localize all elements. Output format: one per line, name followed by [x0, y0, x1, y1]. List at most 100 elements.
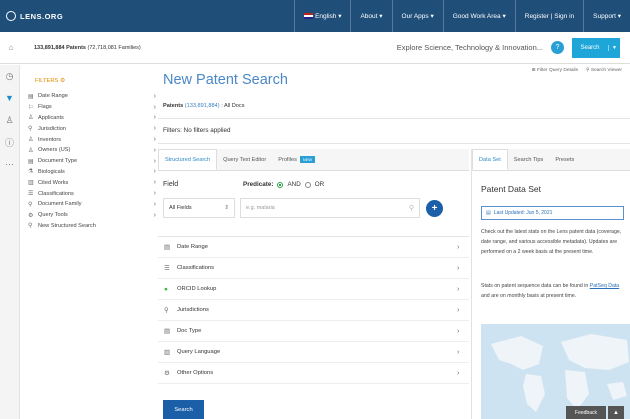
filter-item[interactable]: ⚙ Query Tools › [28, 210, 156, 221]
panel-title: Patent Data Set [481, 184, 542, 194]
top-nav-item[interactable]: Support [583, 0, 630, 32]
filter-settings-icon[interactable]: ⚙ [60, 78, 65, 84]
filter-label: Owners (US) [38, 147, 71, 154]
chevron-right-icon: › [153, 200, 156, 208]
home-icon[interactable]: ⌂ [0, 43, 22, 52]
filter-item[interactable]: ♙ Owners (US) › [28, 145, 156, 156]
chevron-right-icon: › [153, 146, 156, 154]
filter-item[interactable]: ⚲ Jurisdiction › [28, 123, 156, 134]
tab-data-set[interactable]: Data Set [472, 149, 508, 170]
patents-count: 133,891,884 Patents (72,718,081 Families… [34, 45, 141, 51]
filter-query-details-link[interactable]: ⊞ Filter Query Details [532, 68, 578, 73]
filter-item[interactable]: ♙ Inventors › [28, 134, 156, 145]
chevron-right-icon: › [153, 190, 156, 198]
feedback-button[interactable]: Feedback [566, 406, 606, 419]
option-links: ⊞ Filter Query Details ⚲ Search Viewer [532, 68, 622, 73]
top-nav-item[interactable]: Our Apps [391, 0, 443, 32]
section-row[interactable]: ⚲ Jurisdictions › [158, 300, 469, 321]
field-select[interactable]: All Fields ⇕ [163, 198, 235, 218]
search-button[interactable]: Search ▼ [572, 37, 620, 58]
scroll-top-button[interactable]: ▲ [608, 406, 624, 419]
section-row[interactable]: ▥ Query Language › [158, 342, 469, 363]
filters-heading: FILTERS ⚙ [35, 78, 156, 84]
lens-logo-icon [6, 11, 16, 21]
section-row[interactable]: ● ORCID Lookup › [158, 279, 469, 300]
filter-icon[interactable]: ▼ [0, 87, 19, 109]
patseq-data-link[interactable]: PatSeq Data [590, 283, 619, 289]
filter-item[interactable]: ▤ Date Range › [28, 91, 156, 102]
chevron-down-icon[interactable]: ▼ [608, 44, 620, 51]
section-label: Doc Type [177, 328, 202, 334]
filters-heading-text: FILTERS [35, 78, 59, 84]
search-bar: ⌂ 133,891,884 Patents (72,718,081 Famili… [0, 32, 630, 64]
filter-item[interactable]: ▥ Cited Works › [28, 177, 156, 188]
filter-item[interactable]: ⚲ Document Family › [28, 199, 156, 210]
top-nav-item[interactable]: Register | Sign in [514, 0, 583, 32]
add-field-button[interactable]: + [426, 200, 443, 217]
help-button[interactable]: ? [551, 41, 564, 54]
section-row[interactable]: ☰ Classifications › [158, 258, 469, 279]
patents-value[interactable]: (133,891,884) [185, 103, 220, 109]
predicate-and-label: AND [287, 181, 301, 188]
section-row[interactable]: ⚙ Other Options › [158, 363, 469, 384]
chevron-right-icon: › [457, 306, 460, 314]
section-row[interactable]: ▤ Doc Type › [158, 321, 469, 342]
top-nav-menu: English About Our Apps Good Work Area Regist… [294, 0, 630, 32]
filter-label: Date Range [38, 93, 68, 100]
chevron-right-icon: › [457, 327, 460, 335]
tab-query-text-editor[interactable]: Query Text Editor [217, 149, 272, 170]
info-icon[interactable]: ⓘ [0, 131, 19, 153]
filter-label: Cited Works [38, 179, 69, 186]
patseq-note-pre: Stats on patent sequence data can be fou… [481, 283, 589, 289]
calendar-icon: ▤ [486, 210, 491, 216]
field-select-value: All Fields [169, 205, 192, 211]
filter-item[interactable]: ♙ Applicants › [28, 113, 156, 124]
lens-logo[interactable]: LENS.ORG [6, 11, 63, 21]
query-input[interactable]: e.g. malaria ⚲ [240, 198, 420, 218]
submit-search-button[interactable]: Search [163, 400, 204, 419]
clock-icon[interactable]: ◷ [0, 65, 19, 87]
tab-search-tips[interactable]: Search Tips [508, 149, 550, 170]
filter-label: Flags [38, 104, 52, 111]
page-title: New Patent Search [163, 72, 288, 88]
section-label: Jurisdictions [177, 307, 209, 313]
tab-structured-search[interactable]: Structured Search [158, 149, 218, 170]
people-icon[interactable]: ♙ [0, 109, 19, 131]
predicate-or-radio[interactable] [304, 181, 311, 188]
filter-item[interactable]: ⚐ Flags › [28, 102, 156, 113]
filter-label: Inventors [38, 136, 62, 143]
top-nav-item[interactable]: English [294, 0, 350, 32]
section-label: ORCID Lookup [177, 286, 217, 292]
select-caret-icon: ⇕ [224, 205, 229, 211]
section-label: Classifications [177, 265, 215, 271]
calendar-icon: ▤ [28, 93, 34, 100]
info-tabs: Data Set Search Tips Presets [472, 149, 630, 171]
filter-item[interactable]: ⚗ Biologicals › [28, 167, 156, 178]
top-nav-item[interactable]: About [350, 0, 391, 32]
more-icon[interactable]: ··· [0, 153, 19, 175]
patseq-note: Stats on patent sequence data can be fou… [481, 282, 627, 302]
search-icon: ⚲ [28, 223, 33, 230]
patents-label: Patents [163, 103, 184, 109]
dataset-description: Check out the latest stats on the Lens p… [481, 229, 622, 255]
top-nav-label: Good Work Area [453, 12, 506, 20]
top-nav-item[interactable]: Good Work Area [442, 0, 515, 32]
section-label: Other Options [177, 370, 214, 376]
search-button-label: Search [580, 44, 600, 51]
search-viewer-link[interactable]: ⚲ Search Viewer [586, 68, 622, 73]
predicate-group: Predicate: AND OR [243, 181, 324, 188]
section-row[interactable]: ▤ Date Range › [158, 237, 469, 258]
family-icon: ⚲ [28, 201, 33, 208]
tab-profiles[interactable]: Profiles NEW [272, 149, 321, 170]
filters-status: Filters: No filters applied [163, 127, 231, 134]
chevron-right-icon: › [457, 264, 460, 272]
filter-item[interactable]: ▤ Document Type › [28, 156, 156, 167]
filter-item[interactable]: ☰ Classifications › [28, 188, 156, 199]
all-docs: : All Docs [221, 103, 245, 109]
filter-label: Classifications [38, 190, 74, 197]
tab-presets[interactable]: Presets [549, 149, 580, 170]
options-icon: ⚙ [164, 370, 170, 377]
predicate-and-radio[interactable] [277, 181, 284, 188]
explore-search-input[interactable]: Explore Science, Technology & Innovation… [397, 43, 543, 52]
filter-item[interactable]: ⚲ New Structured Search [28, 221, 156, 232]
